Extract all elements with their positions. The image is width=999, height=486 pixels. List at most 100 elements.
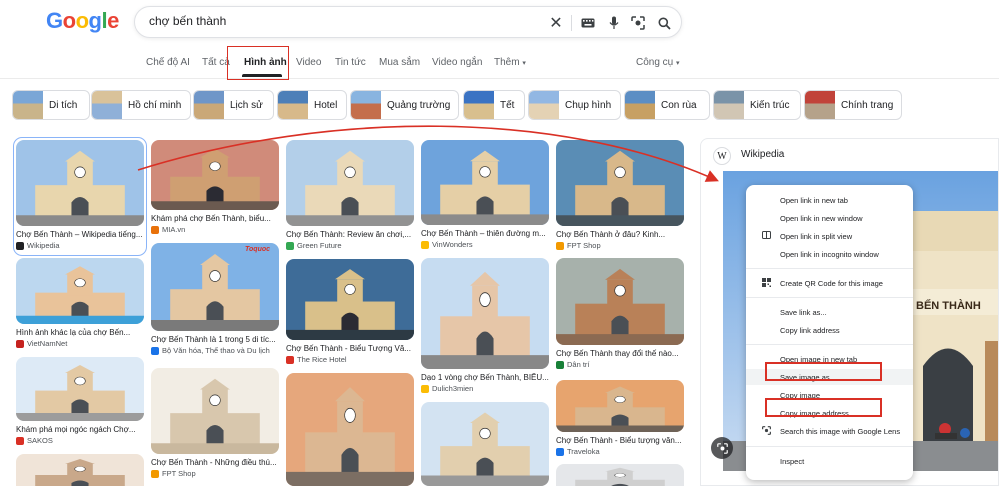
result-source[interactable]: Dulich3mien xyxy=(421,384,549,393)
tab-short-videos[interactable]: Video ngắn xyxy=(432,57,482,68)
source-favicon-icon xyxy=(556,241,564,250)
result-caption[interactable]: Chợ Bến Thành - Biểu Tượng Vă... xyxy=(286,344,414,353)
tab-more[interactable]: Thêm ▾ xyxy=(494,57,526,68)
result-caption[interactable]: Chợ Bến Thành: Review ăn chơi,... xyxy=(286,230,414,239)
result-thumbnail[interactable] xyxy=(421,258,549,369)
result-source[interactable]: SAKOS xyxy=(16,436,144,445)
result-caption[interactable]: Chợ Bến Thành ở đâu? Kinh... xyxy=(556,230,684,239)
result-source[interactable]: The Rice Hotel xyxy=(286,355,414,364)
search-input[interactable] xyxy=(149,14,529,28)
chip-3[interactable]: Lịch sử xyxy=(193,90,274,120)
result-caption[interactable]: Dạo 1 vòng chợ Bến Thành, BIỂU... xyxy=(421,373,549,382)
result-thumbnail[interactable] xyxy=(556,140,684,226)
result-thumbnail[interactable] xyxy=(286,259,414,340)
tab-news[interactable]: Tin tức xyxy=(335,57,366,68)
google-logo[interactable]: Google xyxy=(46,8,119,34)
chip-8[interactable]: Con rùa xyxy=(624,90,710,120)
result-source[interactable]: FPT Shop xyxy=(556,241,684,250)
result-caption[interactable]: Khám phá mọi ngóc ngách Chợ... xyxy=(16,425,144,434)
chip-label: Quảng trường xyxy=(387,99,451,111)
lens-search-icon[interactable] xyxy=(711,437,733,459)
result-caption[interactable]: Chợ Bến Thành thay đổi thế nào... xyxy=(556,349,684,358)
result-caption[interactable]: Chợ Bến Thành - Những điều thú... xyxy=(151,458,279,467)
result-thumbnail[interactable] xyxy=(151,243,279,331)
tab-all[interactable]: Tất cả xyxy=(202,57,230,68)
tab-shopping[interactable]: Mua sắm xyxy=(379,57,420,68)
chip-5[interactable]: Quảng trường xyxy=(350,90,459,120)
source-name: FPT Shop xyxy=(567,241,601,250)
result-thumbnail[interactable] xyxy=(151,368,279,454)
lens-camera-icon[interactable] xyxy=(629,14,647,32)
chip-4[interactable]: Hotel xyxy=(277,90,347,120)
result-source[interactable]: Traveloka xyxy=(556,447,684,456)
context-menu-label: Open link in new window xyxy=(780,213,863,223)
result-thumbnail[interactable] xyxy=(556,258,684,345)
search-icon[interactable] xyxy=(655,14,673,32)
context-menu-item-copy-link-address[interactable]: Copy link address xyxy=(746,322,913,338)
result-thumbnail[interactable] xyxy=(286,373,414,486)
result-caption[interactable]: Hình ảnh khác lạ của chợ Bến... xyxy=(16,328,144,337)
result-thumbnail[interactable] xyxy=(16,357,144,421)
result-thumbnail[interactable] xyxy=(286,140,414,226)
chip-label: Hotel xyxy=(314,99,338,111)
result-source[interactable]: VinWonders xyxy=(421,240,549,249)
context-menu-item-create-qr-code-for-this-image[interactable]: Create QR Code for this image xyxy=(746,275,913,291)
annotation-box-images-tab xyxy=(227,46,289,80)
chip-6[interactable]: Tết xyxy=(463,90,525,120)
result-source[interactable]: Bộ Văn hóa, Thể thao và Du lịch xyxy=(151,346,279,355)
result-thumbnail[interactable] xyxy=(16,258,144,324)
context-menu-label: Copy link address xyxy=(780,325,840,335)
context-menu-label: Open link in new tab xyxy=(780,195,848,205)
preview-source-name[interactable]: Wikipedia xyxy=(741,149,784,160)
result-thumbnail[interactable] xyxy=(151,140,279,210)
keyboard-icon[interactable] xyxy=(579,14,597,32)
result-caption[interactable]: Khám phá chợ Bến Thành, biểu... xyxy=(151,214,279,223)
result-thumbnail[interactable] xyxy=(16,454,144,486)
result-source[interactable]: Green Future xyxy=(286,241,414,250)
caret-down-icon: ▾ xyxy=(522,60,526,67)
source-favicon-icon xyxy=(286,355,294,364)
context-menu-item-save-link-as[interactable]: Save link as... xyxy=(746,304,913,320)
tools-button[interactable]: Công cụ ▾ xyxy=(636,57,680,68)
context-menu-item-open-link-in-new-window[interactable]: Open link in new window xyxy=(746,210,913,226)
source-name: Traveloka xyxy=(567,447,600,456)
tab-ai-mode[interactable]: Chế độ AI xyxy=(146,57,190,68)
chip-9[interactable]: Kiến trúc xyxy=(713,90,801,120)
context-menu-label: Inspect xyxy=(780,456,805,466)
result-thumbnail[interactable] xyxy=(421,140,549,225)
tools-label: Công cụ xyxy=(636,57,674,68)
result-caption[interactable]: Chợ Bến Thành – thiên đường m... xyxy=(421,229,549,238)
tab-videos[interactable]: Video xyxy=(296,57,321,68)
context-menu-item-inspect[interactable]: Inspect xyxy=(746,453,913,469)
source-favicon-icon xyxy=(16,436,24,445)
chip-10[interactable]: Chính trang xyxy=(804,90,902,120)
tabs-divider xyxy=(0,78,999,79)
result-source[interactable]: VietNamNet xyxy=(16,339,144,348)
source-name: Green Future xyxy=(297,241,342,250)
result-source[interactable]: MIA.vn xyxy=(151,225,279,234)
chip-label: Di tích xyxy=(49,99,78,111)
chip-2[interactable]: Hồ chí minh xyxy=(91,90,191,120)
clear-icon[interactable]: ✕ xyxy=(547,14,565,32)
context-menu-item-search-this-image-with-google-lens[interactable]: Search this image with Google Lens xyxy=(746,423,913,439)
search-box[interactable]: ✕ xyxy=(134,6,682,38)
result-source[interactable]: FPT Shop xyxy=(151,469,279,478)
result-caption[interactable]: Chợ Bến Thành là 1 trong 5 di tíc... xyxy=(151,335,279,344)
chip-7[interactable]: Chụp hình xyxy=(528,90,621,120)
result-source[interactable]: Dân trí xyxy=(556,360,684,369)
result-thumbnail[interactable] xyxy=(556,464,684,486)
chip-thumbnail xyxy=(805,91,835,119)
context-menu-label: Create QR Code for this image xyxy=(780,278,883,288)
annotation-box-copy-image-address xyxy=(765,398,882,417)
chip-1[interactable]: Di tích xyxy=(12,90,90,120)
lens-icon xyxy=(761,425,771,437)
result-thumbnail[interactable] xyxy=(421,402,549,486)
mic-icon[interactable] xyxy=(605,14,623,32)
search-tabs: Chế độ AI Tất cả Hình ảnh Video Tin tức … xyxy=(0,48,999,78)
context-menu-item-open-link-in-split-view[interactable]: Open link in split view xyxy=(746,228,913,244)
result-caption[interactable]: Chợ Bến Thành - Biểu tượng văn... xyxy=(556,436,684,445)
context-menu-item-open-link-in-new-tab[interactable]: Open link in new tab xyxy=(746,192,913,208)
result-thumbnail[interactable] xyxy=(556,380,684,432)
context-menu-item-open-link-in-incognito-window[interactable]: Open link in incognito window xyxy=(746,246,913,262)
chip-thumbnail xyxy=(194,91,224,119)
